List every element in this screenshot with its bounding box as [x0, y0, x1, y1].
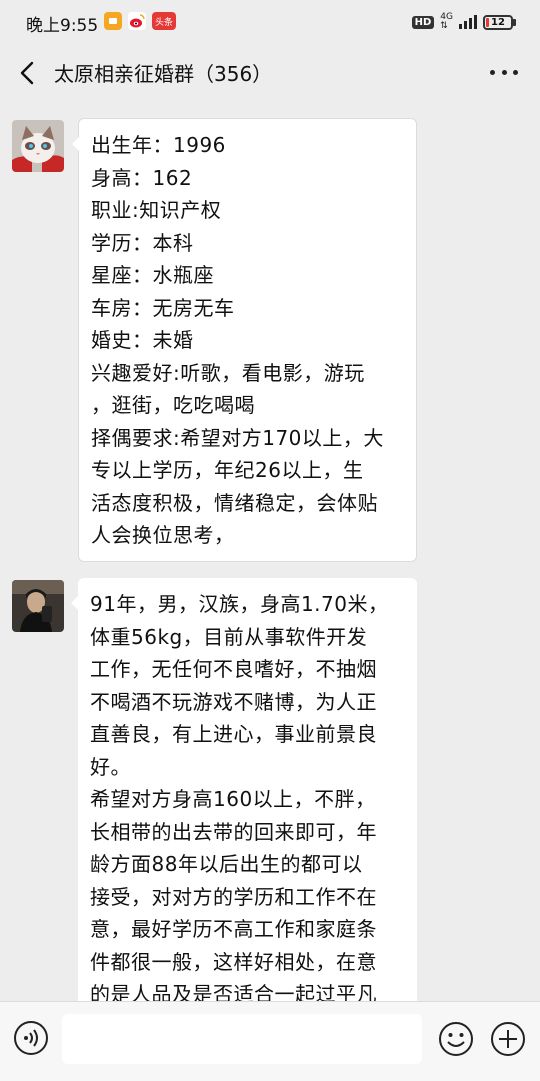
message-input[interactable] [62, 1014, 422, 1064]
voice-button[interactable] [14, 1021, 48, 1055]
emoji-icon [439, 1022, 473, 1056]
message-line: 体重56kg，目前从事软件开发 [90, 624, 368, 649]
message-line: 星座：水瓶座 [91, 263, 214, 287]
status-app-icons: 头条 [104, 12, 176, 30]
message-bubble[interactable]: 出生年：1996 身高：162 职业:知识产权 学历：本科星座：水瓶座 车房：无房无车婚… [72, 118, 417, 562]
input-bar [0, 1001, 540, 1081]
message-line: 接受，对对方的学历和工作不在 [90, 884, 377, 909]
status-indicators: HD 4G ⇅ 12 [411, 13, 516, 31]
message-line: 龄方面88年以后出生的都可以 [90, 852, 363, 876]
message-line: 长相带的出去带的回来即可，年 [90, 819, 377, 844]
message-line: 婚史：未婚 [91, 328, 194, 352]
signal-icon [459, 15, 477, 29]
message-line: 工作，无任何不良嗜好，不抽烟 [90, 657, 377, 681]
message-line: 好。 [90, 754, 131, 779]
man-selfie-avatar[interactable] [12, 580, 64, 632]
back-button[interactable] [14, 58, 42, 88]
toutiao-app-icon: 头条 [152, 12, 176, 30]
message-line: 直善良，有上进心，事业前景良 [90, 722, 377, 746]
message-line: 职业:知识产权 [91, 198, 222, 222]
message-line: 不喝酒不玩游戏不赌博，为人正 [90, 689, 377, 714]
plus-icon [491, 1022, 525, 1056]
message-line: 意，最好学历不高工作和家庭条 [90, 917, 377, 941]
message-line: 专以上学历，年纪26以上，生 [91, 458, 364, 482]
cat-avatar[interactable] [12, 120, 64, 172]
battery-icon: 12 [483, 14, 516, 30]
message-bubble[interactable]: 91年，男，汉族，身高1.70米， 体重56kg，目前从事软件开发 工作，无任何不良… [71, 578, 417, 1018]
toutiao-label: 头条 [154, 17, 173, 28]
message-line: 91年，男，汉族，身高1.70米， [90, 592, 389, 616]
message-line: 人会换位思考， [91, 523, 235, 547]
network-indicator: 4G ⇅ [440, 13, 453, 31]
message-line: 出生年：1996 [91, 133, 226, 157]
message-line: 件都很一般，这样好相处，在意 [90, 949, 377, 974]
message-line: 希望对方身高160以上，不胖， [90, 787, 376, 811]
chat-title: 太原相亲征婚群（356） [54, 62, 273, 86]
message-line: 车房：无房无车 [91, 295, 235, 320]
hd-badge: HD [411, 15, 435, 29]
message-line: 学历：本科 [91, 230, 194, 255]
status-time: 晚上9:55 [26, 16, 99, 36]
chevron-left-icon [20, 61, 34, 85]
more-button[interactable] [490, 62, 518, 82]
status-bar: 晚上9:55 头条 HD 4G ⇅ 12 [0, 0, 540, 44]
voice-icon [24, 1029, 38, 1047]
message-line: 身高：162 [91, 165, 193, 190]
plus-button[interactable] [490, 1021, 526, 1057]
chat-header: 太原相亲征婚群（356） [0, 44, 540, 102]
wechat-app-icon [104, 12, 122, 30]
weibo-app-icon [128, 12, 146, 30]
message-line: ，逛街，吃吃喝喝 [91, 393, 255, 417]
message-line: 择偶要求:希望对方170以上，大 [91, 425, 384, 450]
more-dots-icon [490, 69, 495, 75]
message-line: 活态度积极，情绪稳定，会体贴 [91, 490, 378, 515]
data-arrows-icon: ⇅ [440, 21, 448, 31]
battery-text: 12 [491, 16, 505, 28]
emoji-button[interactable] [438, 1021, 474, 1057]
message-line: 兴趣爱好:听歌，看电影，游玩 [91, 360, 365, 385]
